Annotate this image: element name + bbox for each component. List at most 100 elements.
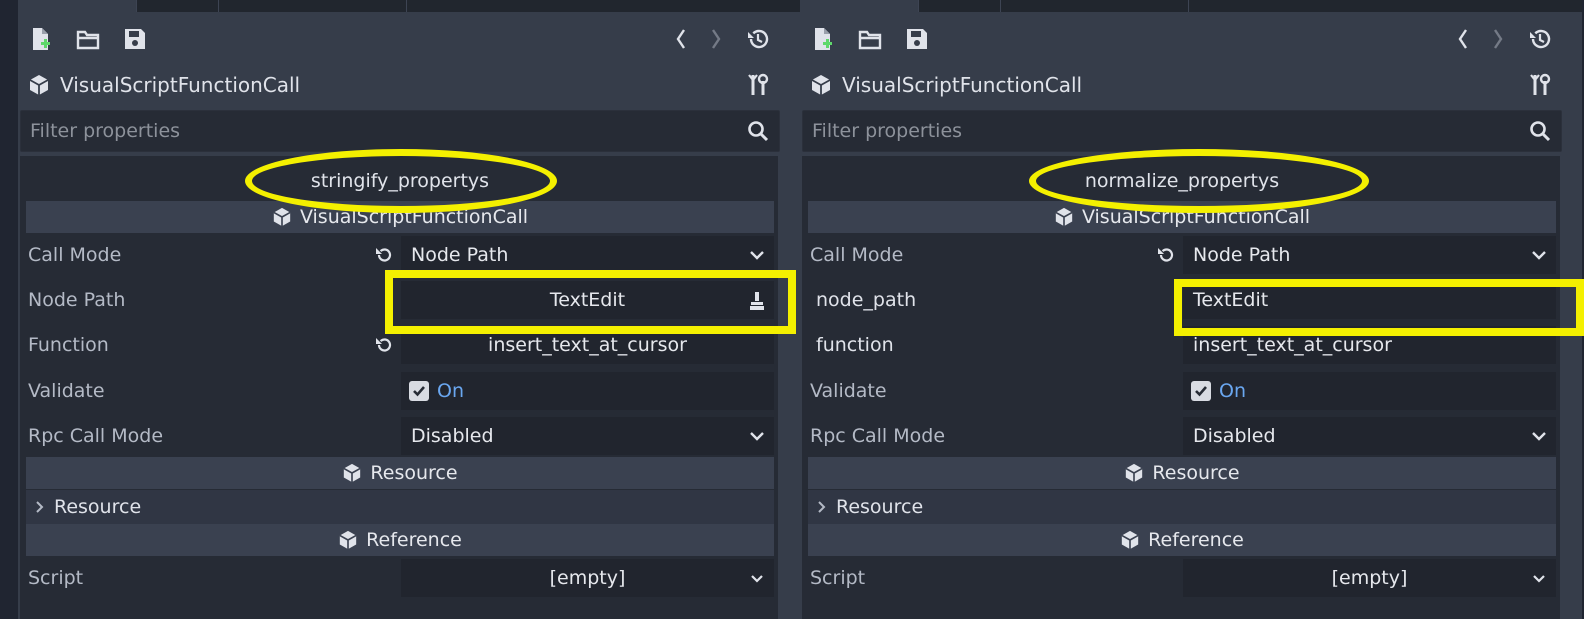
property-label: node_path (816, 289, 917, 311)
tab-inspector[interactable] (800, 0, 919, 12)
cube-icon (1055, 207, 1073, 227)
object-name: VisualScriptFunctionCall (60, 73, 301, 97)
property-label: function (816, 334, 894, 356)
history-forward-button[interactable] (701, 24, 731, 54)
property-rpc-call-mode: Rpc Call Mode Disabled (808, 415, 1556, 457)
chevron-right-icon (712, 29, 721, 49)
property-node-path: Node Path TextEdit (26, 279, 774, 321)
revert-icon[interactable] (374, 245, 394, 265)
filter-properties-input[interactable] (803, 119, 1494, 143)
open-resource-button[interactable] (73, 24, 103, 54)
object-tools-button[interactable] (1525, 70, 1555, 100)
validate-checkbox[interactable]: On (1183, 372, 1556, 410)
property-rpc-call-mode: Rpc Call Mode Disabled (26, 415, 774, 457)
property-call-mode: Call Mode Node Path (26, 234, 774, 276)
node-path-field[interactable]: TextEdit (401, 281, 774, 319)
call-mode-dropdown[interactable]: Node Path (401, 236, 774, 274)
category-reference: Reference (808, 524, 1556, 556)
history-icon (1530, 29, 1551, 49)
cube-icon (343, 463, 362, 483)
object-name-row[interactable]: VisualScriptFunctionCall (28, 70, 300, 100)
property-validate: Validate On (26, 370, 774, 412)
tools-icon (1530, 73, 1551, 95)
category-visualscriptfunctioncall: VisualScriptFunctionCall (26, 201, 774, 233)
property-label: Validate (810, 380, 887, 402)
tab-node[interactable] (918, 0, 1001, 12)
rpc-call-mode-dropdown[interactable]: Disabled (1183, 417, 1556, 455)
rpc-call-mode-value: Disabled (1193, 425, 1276, 447)
object-name-row[interactable]: VisualScriptFunctionCall (810, 70, 1082, 100)
new-resource-button[interactable] (808, 24, 838, 54)
open-resource-button[interactable] (855, 24, 885, 54)
property-function: Function insert_text_at_cursor (26, 324, 774, 366)
inspector-panel-right: VisualScriptFunctionCall normalize_prope… (800, 0, 1582, 619)
property-list: stringify_propertys VisualScriptFunction… (20, 156, 778, 619)
new-resource-button[interactable] (26, 24, 56, 54)
clear-brush-icon[interactable] (748, 291, 766, 311)
cube-icon (29, 75, 49, 95)
category-label: Resource (370, 462, 458, 484)
node-path-field[interactable]: TextEdit (1183, 281, 1556, 319)
call-mode-value: Node Path (1193, 244, 1291, 266)
object-tools-button[interactable] (743, 70, 773, 100)
revert-icon[interactable] (1156, 245, 1176, 265)
rpc-call-mode-dropdown[interactable]: Disabled (401, 417, 774, 455)
search-icon (1530, 121, 1551, 142)
history-forward-button[interactable] (1483, 24, 1513, 54)
script-resource-picker[interactable]: [empty] (401, 559, 774, 597)
call-mode-dropdown[interactable]: Node Path (1183, 236, 1556, 274)
filter-properties-input[interactable] (21, 119, 712, 143)
cube-icon (273, 207, 291, 227)
property-label: Rpc Call Mode (810, 425, 946, 447)
object-history-button[interactable] (1525, 24, 1555, 54)
subsection-resource[interactable]: Resource (26, 490, 774, 524)
chevron-right-icon (1494, 29, 1503, 49)
save-resource-button[interactable] (902, 24, 932, 54)
category-label: VisualScriptFunctionCall (299, 206, 529, 228)
category-visualscriptfunctioncall: VisualScriptFunctionCall (808, 201, 1556, 233)
tab-node[interactable] (136, 0, 219, 12)
subsection-resource[interactable]: Resource (808, 490, 1556, 524)
section-title: normalize_propertys (1084, 170, 1280, 192)
filter-properties-field (20, 110, 780, 152)
chevron-down-icon (750, 251, 764, 260)
cube-icon (1121, 530, 1139, 550)
category-resource: Resource (808, 457, 1556, 489)
node-path-value: TextEdit (549, 289, 626, 311)
tools-icon (748, 73, 769, 95)
checkbox-check-icon[interactable] (1191, 381, 1211, 401)
tab-debugger[interactable] (218, 0, 407, 12)
function-field[interactable]: insert_text_at_cursor (1183, 326, 1556, 364)
cube-icon (339, 530, 357, 550)
script-resource-picker[interactable]: [empty] (1183, 559, 1556, 597)
property-label: Rpc Call Mode (28, 425, 164, 447)
property-node-path: node_path TextEdit (808, 279, 1556, 321)
tab-inspector[interactable] (18, 0, 137, 12)
new-file-icon (33, 28, 50, 50)
history-icon (748, 29, 769, 49)
save-icon (125, 29, 145, 49)
property-label: Script (28, 567, 84, 589)
section-title: stringify_propertys (310, 170, 490, 192)
tab-debugger[interactable] (1000, 0, 1189, 12)
history-back-button[interactable] (1448, 24, 1478, 54)
validate-value: On (437, 380, 464, 402)
revert-icon[interactable] (374, 335, 394, 355)
save-resource-button[interactable] (120, 24, 150, 54)
inspector-panel-left: VisualScriptFunctionCall stringify_prope… (18, 0, 800, 619)
script-value: [empty] (1331, 567, 1408, 589)
chevron-down-icon (750, 432, 764, 441)
function-field[interactable]: insert_text_at_cursor (401, 326, 774, 364)
checkbox-check-icon[interactable] (409, 381, 429, 401)
folder-icon (76, 30, 100, 50)
history-back-button[interactable] (666, 24, 696, 54)
folder-icon (858, 30, 882, 50)
function-value: insert_text_at_cursor (488, 334, 687, 356)
property-label: Script (810, 567, 866, 589)
object-history-button[interactable] (743, 24, 773, 54)
validate-checkbox[interactable]: On (401, 372, 774, 410)
dock-tab-strip (800, 0, 1582, 12)
category-label: Resource (1152, 462, 1240, 484)
subsection-label: Resource (836, 496, 924, 518)
category-label: Reference (366, 529, 462, 551)
